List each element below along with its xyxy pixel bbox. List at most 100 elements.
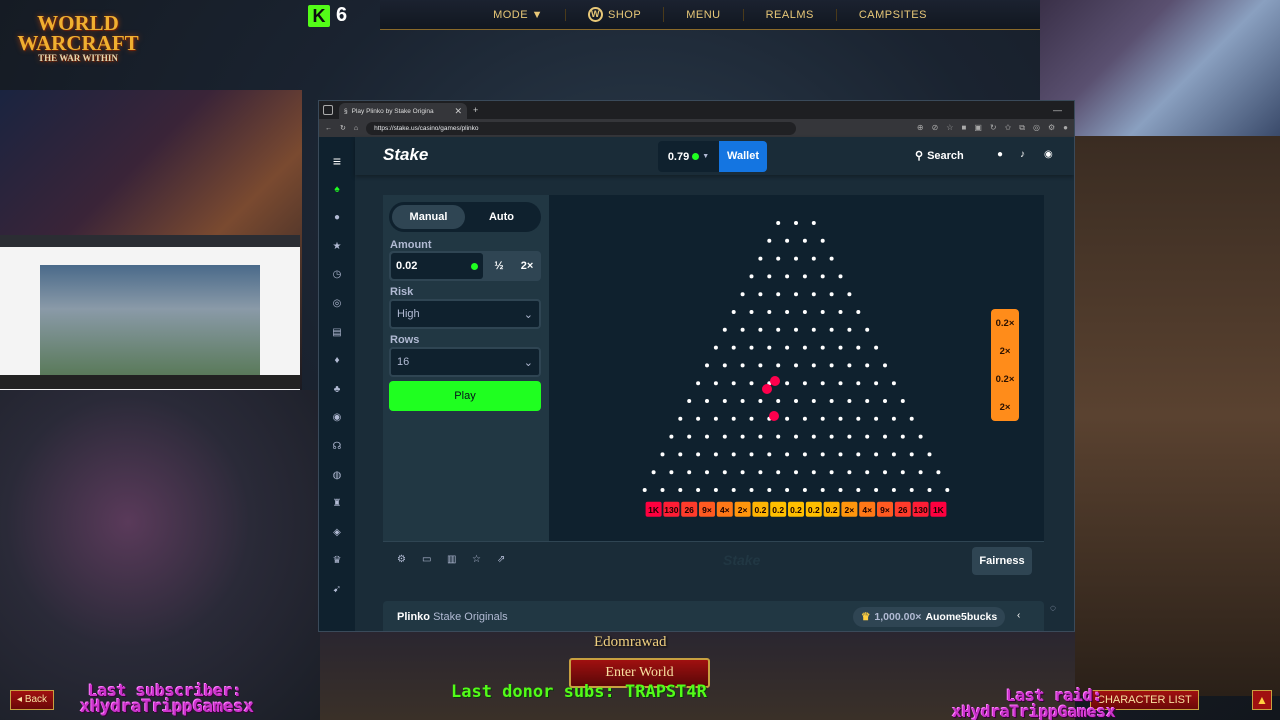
- sports-icon[interactable]: ●: [319, 204, 355, 233]
- peg: [811, 292, 816, 297]
- multiplier-label: 1K: [933, 505, 945, 515]
- peg: [891, 416, 896, 421]
- my-bets-icon[interactable]: ▤: [319, 319, 355, 348]
- peg: [696, 452, 701, 457]
- profile-icon[interactable]: ●: [1063, 123, 1068, 133]
- favourites-icon[interactable]: ★: [319, 233, 355, 262]
- stats-icon[interactable]: ▥: [447, 554, 456, 565]
- bookmark-star-icon[interactable]: ☆: [946, 123, 953, 133]
- notification-bell-icon[interactable]: ♪: [1020, 149, 1025, 160]
- share-icon[interactable]: ⊘: [932, 123, 939, 133]
- peg: [660, 488, 665, 492]
- scroll-top-icon[interactable]: ◌: [1050, 603, 1056, 614]
- minimize-icon[interactable]: —: [1053, 105, 1062, 115]
- peg: [749, 310, 754, 314]
- slots-icon[interactable]: ♣: [319, 376, 355, 405]
- reload-ext-icon[interactable]: ↻: [990, 123, 997, 133]
- chat-icon[interactable]: ◉: [1044, 149, 1053, 160]
- reload-icon[interactable]: ↻: [340, 124, 346, 132]
- live-casino-icon[interactable]: ◉: [319, 404, 355, 433]
- chevron-left-icon[interactable]: ‹: [1017, 610, 1020, 621]
- peg: [865, 434, 870, 439]
- extension-icon[interactable]: ▣: [974, 123, 982, 133]
- home-icon[interactable]: ⌂: [354, 125, 358, 132]
- back-button[interactable]: ◂ Back: [10, 690, 55, 710]
- play-button[interactable]: Play: [389, 381, 541, 411]
- share-link-icon[interactable]: ⇗: [497, 554, 505, 565]
- nav-mode[interactable]: MODE ▼: [471, 8, 567, 21]
- originals-icon[interactable]: ♦: [319, 347, 355, 376]
- plinko-ball: [770, 376, 780, 386]
- warning-icon[interactable]: ▲: [1252, 690, 1272, 710]
- multiplier-label: 2×: [845, 505, 855, 515]
- nav-shop[interactable]: W SHOP: [566, 7, 665, 22]
- extension-icon[interactable]: ■: [961, 123, 966, 133]
- hamburger-menu-icon[interactable]: ≡: [319, 147, 355, 176]
- double-button[interactable]: 2×: [513, 251, 541, 281]
- nav-campsites[interactable]: CAMPSITES: [837, 9, 949, 21]
- peg: [705, 470, 709, 475]
- recent-result: 2×: [1000, 402, 1011, 413]
- casino-icon[interactable]: ♠: [319, 176, 355, 205]
- close-tab-icon[interactable]: ✕: [454, 106, 462, 117]
- amount-input[interactable]: 0.02: [391, 253, 483, 279]
- favourite-star-icon[interactable]: ☆: [472, 554, 481, 565]
- nav-realms[interactable]: REALMS: [744, 8, 837, 21]
- peg: [794, 399, 798, 403]
- url-field[interactable]: https://stake.us/casino/games/plinko: [366, 121, 797, 135]
- peg: [945, 488, 950, 492]
- fairness-button[interactable]: Fairness: [972, 547, 1032, 575]
- peg: [749, 488, 754, 492]
- favorites-icon[interactable]: ✩: [1005, 123, 1012, 133]
- peg: [767, 488, 772, 492]
- peg: [713, 452, 718, 457]
- extension-icon[interactable]: ⚙: [1048, 123, 1055, 133]
- peg: [794, 434, 798, 439]
- zoom-icon[interactable]: ⊕: [917, 123, 924, 133]
- peg: [740, 470, 745, 475]
- recent-icon[interactable]: ◷: [319, 261, 355, 290]
- challenges-icon[interactable]: ◎: [319, 290, 355, 319]
- new-releases-icon[interactable]: ♜: [319, 490, 355, 519]
- back-arrow-icon[interactable]: ←: [325, 125, 332, 132]
- collections-icon[interactable]: ⧉: [1019, 123, 1025, 133]
- peg: [874, 345, 879, 350]
- mode-toggle: Manual Auto: [389, 202, 541, 232]
- risk-select[interactable]: High ⌄: [389, 299, 541, 329]
- tab-plinko[interactable]: § Play Plinko by Stake Origina ✕: [339, 103, 467, 119]
- peg: [936, 470, 941, 475]
- wallet-button[interactable]: Wallet: [719, 141, 767, 172]
- plinko-game: Manual Auto Amount 0.02 ½ 2× Risk High ⌄: [383, 195, 1044, 541]
- promotions-icon[interactable]: ◈: [319, 519, 355, 548]
- risk-value: High: [397, 308, 420, 320]
- peg: [820, 274, 825, 279]
- nav-menu[interactable]: MENU: [664, 8, 744, 21]
- multiplier-label: 1K: [648, 505, 660, 515]
- theatre-mode-icon[interactable]: ▭: [422, 554, 431, 565]
- peg: [794, 363, 798, 368]
- peg: [820, 488, 825, 492]
- game-shows-icon[interactable]: ☊: [319, 433, 355, 462]
- peg: [651, 470, 656, 475]
- embedded-stream-video: [40, 265, 260, 375]
- shield-icon[interactable]: ◎: [1033, 123, 1040, 133]
- vip-icon[interactable]: ♛: [319, 547, 355, 576]
- peg: [696, 488, 701, 492]
- sponsorships-icon[interactable]: ➹: [319, 576, 355, 605]
- window-icon[interactable]: [323, 105, 333, 115]
- stake-logo[interactable]: Stake: [383, 145, 428, 165]
- tab-manual[interactable]: Manual: [392, 205, 465, 229]
- search-button[interactable]: ⚲ Search: [915, 149, 964, 163]
- table-games-icon[interactable]: ◍: [319, 462, 355, 491]
- tab-auto[interactable]: Auto: [465, 205, 538, 229]
- settings-gear-icon[interactable]: ⚙: [397, 554, 406, 565]
- rows-select[interactable]: 16 ⌄: [389, 347, 541, 377]
- peg: [900, 470, 905, 475]
- multiplier-label: 26: [684, 505, 694, 515]
- new-tab-icon[interactable]: +: [473, 105, 478, 115]
- peg: [802, 488, 807, 492]
- balance-selector[interactable]: 0.79 ▼: [658, 141, 719, 172]
- half-button[interactable]: ½: [485, 251, 513, 281]
- top-win-pill[interactable]: ♛ 1,000.00× Auome5bucks: [853, 607, 1006, 627]
- user-icon[interactable]: ●: [997, 149, 1003, 160]
